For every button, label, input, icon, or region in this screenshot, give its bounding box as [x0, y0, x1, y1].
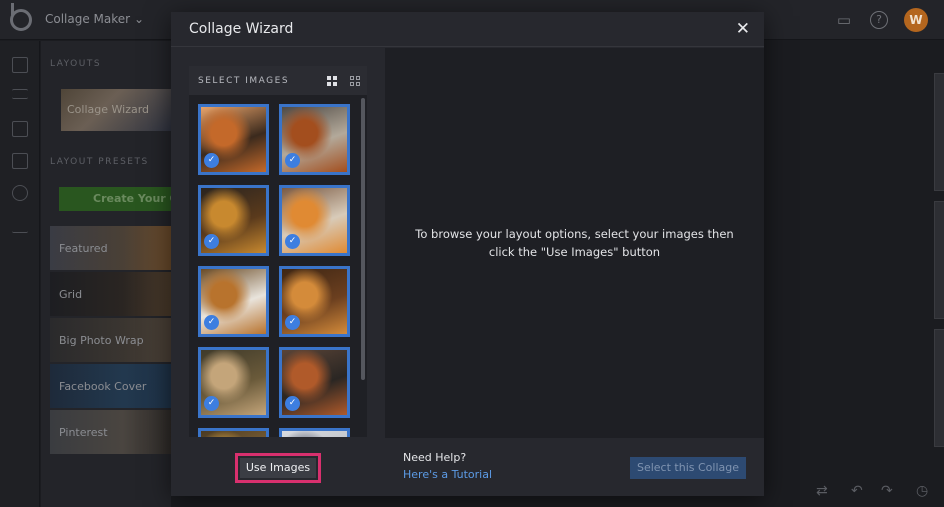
chevron-down-icon: ⌄: [133, 12, 144, 26]
undo-icon[interactable]: ↶: [851, 483, 863, 499]
selected-check-icon: ✓: [285, 396, 300, 411]
image-thumbnail[interactable]: ✓: [198, 185, 269, 256]
app-logo[interactable]: [10, 3, 32, 31]
avatar[interactable]: W: [904, 8, 928, 32]
image-thumbnail[interactable]: ✓: [198, 266, 269, 337]
swap-icon[interactable]: ⇄: [816, 483, 828, 499]
select-this-collage-button[interactable]: Select this Collage: [630, 457, 746, 479]
image-thumbnail[interactable]: ✓: [198, 347, 269, 418]
image-thumbnail[interactable]: [198, 428, 269, 437]
selected-check-icon: ✓: [204, 153, 219, 168]
top-icons: ▭ ? W: [834, 8, 928, 32]
layout-preview-pane: To browse your layout options, select yo…: [385, 48, 764, 496]
collage-wizard-tile[interactable]: Collage Wizard: [61, 89, 171, 131]
text-icon[interactable]: [12, 217, 28, 233]
help-title: Need Help?: [403, 451, 467, 464]
selected-check-icon: ✓: [204, 234, 219, 249]
collage-wizard-tile-label: Collage Wizard: [67, 103, 150, 116]
canvas-card: [934, 73, 944, 191]
large-grid-view-icon[interactable]: [327, 76, 337, 86]
select-images-heading: SELECT IMAGES: [198, 76, 290, 86]
instructions-text: To browse your layout options, select yo…: [385, 225, 764, 261]
preset-featured[interactable]: Featured: [50, 226, 171, 270]
image-thumbnail[interactable]: [279, 428, 350, 437]
modal-footer: Need Help? Here's a Tutorial Select this…: [385, 438, 764, 496]
layouts-heading: LAYOUTS: [50, 59, 102, 69]
tool-icon-bar: [0, 41, 40, 507]
canvas-card: [934, 201, 944, 319]
selected-check-icon: ✓: [204, 315, 219, 330]
history-icon[interactable]: ◷: [916, 483, 928, 499]
tutorial-link[interactable]: Here's a Tutorial: [403, 468, 492, 481]
edit-icon[interactable]: [12, 57, 28, 73]
selected-check-icon: ✓: [285, 234, 300, 249]
help-icon[interactable]: ?: [870, 11, 888, 29]
layout-presets-heading: LAYOUT PRESETS: [50, 157, 149, 167]
small-grid-view-icon[interactable]: [350, 76, 360, 86]
app-title[interactable]: Collage Maker ⌄: [45, 12, 144, 26]
use-images-button[interactable]: Use Images: [240, 458, 316, 478]
select-images-panel: SELECT IMAGES ✓ ✓ ✓ ✓ ✓ ✓ ✓ ✓: [189, 66, 367, 437]
heart-icon[interactable]: [12, 185, 28, 201]
instructions-line: click the "Use Images" button: [488, 245, 661, 259]
image-thumbnail[interactable]: ✓: [198, 104, 269, 175]
instructions-line: To browse your layout options, select yo…: [415, 227, 734, 241]
collage-wizard-modal: Collage Wizard ✕ SELECT IMAGES ✓ ✓ ✓ ✓ ✓ ✓ ✓ ✓ …: [171, 12, 764, 496]
preset-facebook-cover[interactable]: Facebook Cover: [50, 364, 171, 408]
create-your-own-button[interactable]: Create Your Own: [59, 187, 171, 211]
image-thumbnail[interactable]: ✓: [279, 185, 350, 256]
preset-big-photo-wrap[interactable]: Big Photo Wrap: [50, 318, 171, 362]
layouts-panel: LAYOUTS Collage Wizard LAYOUT PRESETS Cr…: [41, 41, 171, 507]
modal-header: Collage Wizard ✕: [171, 12, 764, 47]
preset-grid[interactable]: Grid: [50, 272, 171, 316]
canvas-card: [934, 329, 944, 447]
adjust-icon[interactable]: [12, 89, 28, 99]
image-thumbnail-grid: ✓ ✓ ✓ ✓ ✓ ✓ ✓ ✓: [198, 104, 351, 437]
image-thumbnail[interactable]: ✓: [279, 104, 350, 175]
image-icon[interactable]: [12, 153, 28, 169]
use-images-highlight: Use Images: [235, 453, 321, 483]
chat-icon[interactable]: ▭: [834, 10, 854, 30]
layout-icon[interactable]: [12, 121, 28, 137]
redo-icon[interactable]: ↷: [881, 483, 893, 499]
preset-pinterest[interactable]: Pinterest: [50, 410, 171, 454]
image-thumbnail[interactable]: ✓: [279, 347, 350, 418]
close-icon[interactable]: ✕: [736, 19, 750, 39]
selected-check-icon: ✓: [204, 396, 219, 411]
modal-title: Collage Wizard: [189, 21, 294, 37]
select-images-header: SELECT IMAGES: [189, 66, 367, 95]
selected-check-icon: ✓: [285, 315, 300, 330]
image-thumbnail[interactable]: ✓: [279, 266, 350, 337]
selected-check-icon: ✓: [285, 153, 300, 168]
scrollbar[interactable]: [361, 98, 365, 380]
